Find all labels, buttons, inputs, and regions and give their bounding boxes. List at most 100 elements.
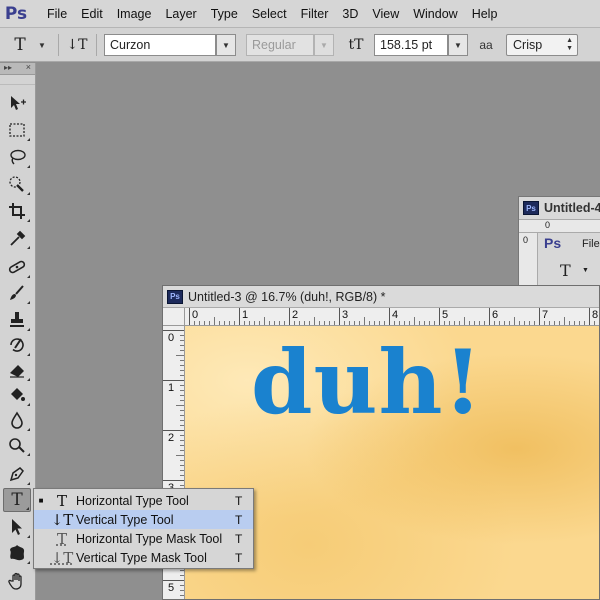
updown-arrows-icon: ▲ ▼	[566, 37, 573, 52]
toggle-orientation-button[interactable]: ↓T	[64, 34, 90, 56]
crop-tool[interactable]	[3, 199, 31, 223]
ruler-minor-tick	[434, 321, 435, 325]
pen-tool[interactable]	[3, 462, 31, 486]
healing-tool[interactable]	[3, 255, 31, 279]
menu-image[interactable]: Image	[110, 0, 159, 28]
toolbox: ▸▸ × T	[0, 62, 36, 600]
font-style-field[interactable]: Regular	[246, 34, 314, 56]
ruler-minor-tick	[474, 321, 475, 325]
font-size-field[interactable]: 158.15 pt	[374, 34, 448, 56]
ruler-minor-tick	[180, 340, 184, 341]
blur-tool[interactable]	[3, 408, 31, 432]
ruler-minor-tick	[180, 360, 184, 361]
menu-edit[interactable]: Edit	[74, 0, 110, 28]
menu-layer[interactable]: Layer	[158, 0, 203, 28]
font-style-dropdown[interactable]: ▼	[314, 34, 334, 56]
ruler-minor-tick	[359, 321, 360, 325]
dodge-tool[interactable]	[3, 433, 31, 457]
brush-tool[interactable]	[3, 281, 31, 305]
menu-file: File	[582, 238, 600, 250]
paint-bucket-tool[interactable]	[3, 383, 31, 407]
ruler-minor-tick	[180, 410, 184, 411]
shortcut-key: T	[235, 550, 243, 565]
antialias-value: Crisp	[513, 38, 543, 52]
blur-icon	[11, 411, 23, 429]
ruler-minor-tick	[180, 595, 184, 596]
ruler-minor-tick	[499, 321, 500, 325]
lasso-icon	[10, 149, 26, 165]
ruler-minor-tick	[180, 445, 184, 446]
lasso-tool[interactable]	[3, 145, 31, 169]
ruler-tick	[163, 330, 184, 331]
ruler-minor-tick	[264, 317, 265, 325]
move-tool[interactable]	[3, 91, 31, 115]
toolbox-header[interactable]: ▸▸ ×	[0, 62, 35, 75]
ruler-minor-tick	[180, 435, 184, 436]
selected-bullet-icon: ■	[38, 496, 44, 505]
eraser-tool[interactable]	[3, 358, 31, 382]
ruler-horizontal[interactable]: 0	[519, 219, 600, 233]
ruler-horizontal[interactable]: 0 1 2 3 4 5 6 7 8	[185, 308, 599, 326]
close-icon[interactable]: ×	[26, 62, 31, 72]
menu-3d[interactable]: 3D	[335, 0, 365, 28]
menu-window[interactable]: Window	[406, 0, 464, 28]
ruler-minor-tick	[559, 321, 560, 325]
antialias-icon: aa	[479, 38, 493, 52]
flyout-item-horizontal-type-mask[interactable]: T Horizontal Type Mask Tool T	[34, 529, 253, 548]
quick-select-tool[interactable]	[3, 172, 31, 196]
font-family-field[interactable]: Curzon	[104, 34, 216, 56]
menu-filter[interactable]: Filter	[294, 0, 336, 28]
ruler-minor-tick	[180, 370, 184, 371]
menu-select[interactable]: Select	[245, 0, 294, 28]
document-window-untitled-4[interactable]: Ps Untitled-4 0 0 Ps File T ▼	[518, 196, 600, 296]
flyout-item-vertical-type-mask[interactable]: ↓T Vertical Type Mask Tool T	[34, 548, 253, 567]
flyout-item-horizontal-type[interactable]: ■ T Horizontal Type Tool T	[34, 491, 253, 510]
stamp-tool[interactable]	[3, 308, 31, 332]
antialias-select[interactable]: Crisp ▲ ▼	[506, 34, 578, 56]
document-title-bar[interactable]: Ps Untitled-4	[519, 197, 600, 219]
path-select-tool[interactable]	[3, 515, 31, 539]
tool-preset-picker[interactable]: T ▼	[8, 34, 54, 56]
paint-bucket-icon	[11, 388, 25, 401]
ruler-tick	[389, 308, 390, 325]
menu-help[interactable]: Help	[465, 0, 505, 28]
ruler-tick-label: 7	[542, 309, 549, 321]
chevron-down-icon: ▼	[320, 40, 328, 50]
ruler-minor-tick	[354, 321, 355, 325]
document-title-bar[interactable]: Ps Untitled-3 @ 16.7% (duh!, RGB/8) *	[163, 286, 599, 308]
ruler-minor-tick	[180, 440, 184, 441]
shape-tool[interactable]	[3, 541, 31, 565]
font-family-dropdown[interactable]: ▼	[216, 34, 236, 56]
hand-tool[interactable]	[3, 569, 31, 593]
canvas-text-layer[interactable]: duh!	[251, 330, 483, 434]
history-brush-tool[interactable]	[3, 333, 31, 357]
ruler-minor-tick	[394, 321, 395, 325]
type-icon: T	[11, 490, 23, 510]
marquee-tool[interactable]	[3, 118, 31, 142]
type-tool[interactable]: T	[3, 488, 31, 512]
ruler-minor-tick	[204, 321, 205, 325]
ruler-minor-tick	[224, 321, 225, 325]
ruler-minor-tick	[274, 321, 275, 325]
text-orientation-icon: ↓T	[66, 37, 88, 53]
flyout-item-vertical-type[interactable]: ↓T Vertical Type Tool T	[34, 510, 253, 529]
toolbox-grip[interactable]	[0, 75, 35, 85]
menu-type[interactable]: Type	[204, 0, 245, 28]
menu-file[interactable]: File	[40, 0, 74, 28]
flyout-item-label: Horizontal Type Tool	[76, 493, 189, 508]
ruler-minor-tick	[484, 321, 485, 325]
ruler-minor-tick	[176, 405, 184, 406]
expand-icon[interactable]: ▸▸	[4, 63, 12, 72]
type-tool-icon: T	[560, 261, 571, 280]
ruler-tick-label: 2	[168, 432, 175, 444]
ruler-minor-tick	[549, 321, 550, 325]
vertical-type-mask-icon: ↓T	[50, 548, 74, 567]
ruler-minor-tick	[269, 321, 270, 325]
font-size-dropdown[interactable]: ▼	[448, 34, 468, 56]
chevron-down-icon: ▼	[582, 267, 589, 274]
ruler-minor-tick	[464, 317, 465, 325]
flyout-item-label: Vertical Type Mask Tool	[76, 550, 207, 565]
eyedropper-tool[interactable]	[3, 226, 31, 250]
menu-view[interactable]: View	[365, 0, 406, 28]
ruler-origin[interactable]	[163, 308, 185, 326]
